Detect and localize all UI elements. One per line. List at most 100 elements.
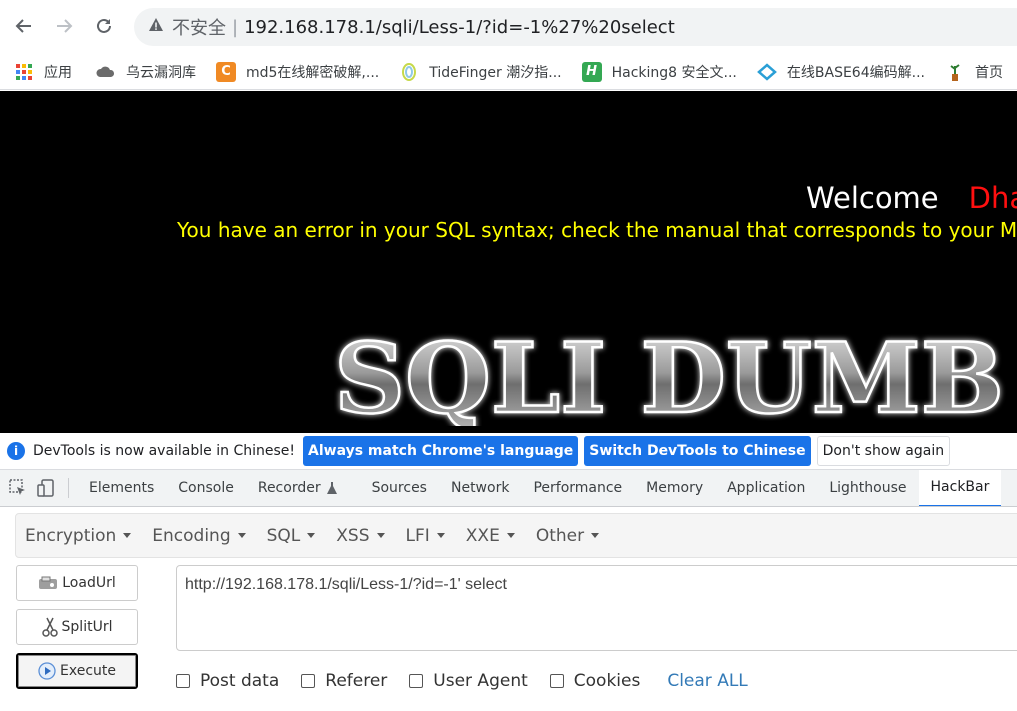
sql-error-message: You have an error in your SQL syntax; ch… (177, 218, 1017, 242)
back-arrow-icon (15, 19, 31, 33)
option-cookies[interactable]: Cookies (549, 671, 641, 691)
menu-label: SQL (266, 525, 301, 546)
plant-icon (945, 62, 965, 82)
bookmark-home[interactable]: 首页 (945, 62, 1003, 82)
cmd5-icon: C (216, 61, 236, 82)
menu-label: Encoding (152, 525, 231, 546)
bookmark-tidefinger[interactable]: TideFinger 潮汐指... (399, 62, 562, 82)
menu-xxe[interactable]: XXE (457, 526, 527, 546)
security-label[interactable]: 不安全 (172, 14, 226, 40)
cookies-checkbox[interactable] (549, 674, 564, 688)
request-options: Post data Referer User Agent Cookies Cle… (176, 671, 748, 691)
menu-label: XSS (336, 525, 370, 546)
apps-grid-icon (14, 62, 34, 82)
bookmark-label: TideFinger 潮汐指... (429, 64, 562, 81)
option-post-data[interactable]: Post data (176, 671, 279, 691)
execute-button[interactable]: Execute (16, 653, 138, 689)
menu-other[interactable]: Other (527, 526, 611, 546)
bookmark-label: Hacking8 安全文... (611, 64, 737, 81)
tab-divider (68, 478, 69, 498)
option-label: User Agent (433, 671, 528, 691)
bookmark-label: 在线BASE64编码解... (786, 64, 925, 81)
hackbar-menu: Encryption Encoding SQL XSS LFI XXE Othe… (15, 513, 1017, 558)
bookmarks-bar: 应用 乌云漏洞库 C md5在线解密破解,... TideFinger 潮汐指.… (0, 54, 1017, 90)
base64-icon (756, 62, 777, 82)
flask-icon (326, 481, 338, 495)
caret-down-icon (436, 533, 445, 538)
caret-down-icon (123, 533, 132, 538)
bookmark-cmd5[interactable]: C md5在线解密破解,... (216, 61, 379, 82)
menu-lfi[interactable]: LFI (397, 526, 457, 546)
menu-label: XXE (465, 525, 500, 546)
reload-button[interactable] (88, 10, 120, 42)
browser-toolbar: 不安全 | 192.168.178.1/sqli/Less-1/?id=-1%2… (0, 0, 1017, 54)
menu-sql[interactable]: SQL (258, 526, 328, 546)
bookmark-wooyun[interactable]: 乌云漏洞库 (96, 62, 196, 82)
bookmark-hacking8[interactable]: H Hacking8 安全文... (581, 61, 737, 82)
load-url-icon (38, 575, 58, 591)
referer-checkbox[interactable] (301, 674, 316, 688)
tab-application[interactable]: Application (715, 470, 817, 506)
menu-label: LFI (405, 525, 430, 546)
post-data-checkbox[interactable] (176, 674, 190, 688)
menu-label: Encryption (25, 525, 117, 546)
infobar-message: DevTools is now available in Chinese! (33, 443, 295, 459)
split-url-label: SplitUrl (61, 619, 113, 635)
tab-network[interactable]: Network (439, 470, 521, 506)
menu-label: Other (535, 525, 585, 546)
bookmark-base64[interactable]: 在线BASE64编码解... (756, 62, 925, 82)
sqli-dumb-logo: SQLI DUMB (333, 321, 1005, 426)
switch-to-chinese-button[interactable]: Switch DevTools to Chinese (584, 436, 811, 466)
scissors-icon (41, 617, 58, 637)
split-url-button[interactable]: SplitUrl (16, 609, 138, 645)
tab-elements[interactable]: Elements (77, 470, 166, 506)
hackbar-panel: Encryption Encoding SQL XSS LFI XXE Othe… (0, 507, 1017, 711)
caret-down-icon (506, 533, 515, 538)
dont-show-again-button[interactable]: Don't show again (816, 436, 951, 466)
play-icon (38, 662, 56, 680)
warning-triangle-icon (148, 17, 164, 38)
welcome-text: Welcome (806, 181, 939, 215)
always-match-language-button[interactable]: Always match Chrome's language (303, 436, 579, 466)
tab-memory[interactable]: Memory (634, 470, 715, 506)
tab-performance[interactable]: Performance (521, 470, 634, 506)
tab-hackbar[interactable]: HackBar (918, 470, 1002, 506)
option-label: Cookies (573, 671, 641, 691)
clear-all-link[interactable]: Clear ALL (667, 671, 747, 691)
caret-down-icon (307, 533, 316, 538)
tab-sources[interactable]: Sources (360, 470, 439, 506)
cloud-icon (96, 62, 116, 82)
svg-text:SQLI DUMB: SQLI DUMB (334, 322, 1004, 426)
menu-encryption[interactable]: Encryption (16, 526, 143, 546)
inspect-element-icon[interactable] (6, 476, 30, 500)
address-bar[interactable]: 不安全 | 192.168.178.1/sqli/Less-1/?id=-1%2… (134, 8, 1017, 46)
caret-down-icon (376, 533, 385, 538)
caret-down-icon (591, 533, 600, 538)
load-url-button[interactable]: LoadUrl (16, 565, 138, 601)
tab-console[interactable]: Console (166, 470, 246, 506)
url-input[interactable]: http://192.168.178.1/sqli/Less-1/?id=-1'… (176, 565, 1017, 651)
option-label: Referer (325, 671, 388, 691)
execute-label: Execute (60, 663, 116, 679)
bookmark-label: 乌云漏洞库 (126, 64, 196, 81)
hacking8-icon: H (581, 61, 602, 82)
caret-down-icon (237, 533, 246, 538)
web-page: Welcome Dhakkan You have an error in your… (0, 91, 1017, 433)
forward-arrow-icon (57, 19, 73, 33)
tab-lighthouse[interactable]: Lighthouse (817, 470, 918, 506)
tab-recorder[interactable]: Recorder (246, 470, 350, 506)
devtools-tab-bar: Elements Console Recorder Sources Networ… (0, 470, 1017, 507)
menu-xss[interactable]: XSS (327, 526, 396, 546)
forward-button[interactable] (48, 10, 80, 42)
info-icon: i (7, 442, 25, 460)
bookmark-apps[interactable]: 应用 (14, 62, 72, 82)
menu-encoding[interactable]: Encoding (143, 526, 257, 546)
user-agent-checkbox[interactable] (409, 674, 424, 688)
option-referer[interactable]: Referer (301, 671, 387, 691)
tab-recorder-label: Recorder (257, 480, 321, 496)
url-text[interactable]: 192.168.178.1/sqli/Less-1/?id=-1%27%20se… (244, 17, 675, 38)
devtools-language-infobar: i DevTools is now available in Chinese! … (0, 433, 1017, 470)
back-button[interactable] (8, 10, 40, 42)
device-toolbar-icon[interactable] (34, 476, 58, 500)
option-user-agent[interactable]: User Agent (409, 671, 528, 691)
